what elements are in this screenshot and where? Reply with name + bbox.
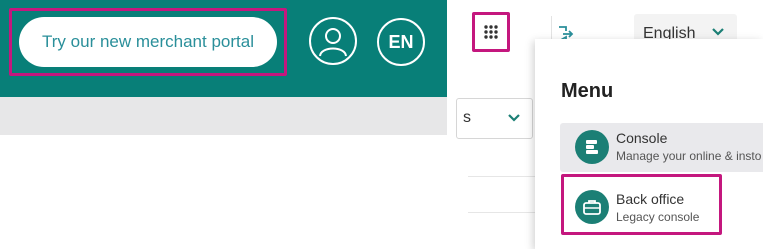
menu-item-back-office[interactable] [561, 174, 722, 235]
console-icon [575, 130, 609, 164]
menu-item-console-title: Console [616, 130, 668, 146]
chevron-down-icon [712, 28, 724, 36]
user-icon [319, 28, 347, 57]
language-toggle-button[interactable]: EN [377, 18, 425, 66]
left-pane: Try our new merchant portal EN [0, 0, 447, 249]
portal-highlight-frame [9, 8, 287, 76]
user-avatar-button[interactable] [309, 17, 357, 65]
apps-grid-icon [484, 25, 498, 39]
menu-title: Menu [561, 80, 614, 102]
apps-grid-button[interactable] [472, 12, 510, 52]
menu-item-console-subtitle: Manage your online & insto [616, 149, 762, 163]
filter-dropdown-value: s [463, 109, 471, 126]
row-divider [468, 176, 543, 177]
chevron-down-icon [508, 114, 520, 122]
row-divider [468, 212, 543, 213]
filter-dropdown[interactable]: s [456, 98, 533, 139]
subheader-strip [0, 97, 447, 135]
